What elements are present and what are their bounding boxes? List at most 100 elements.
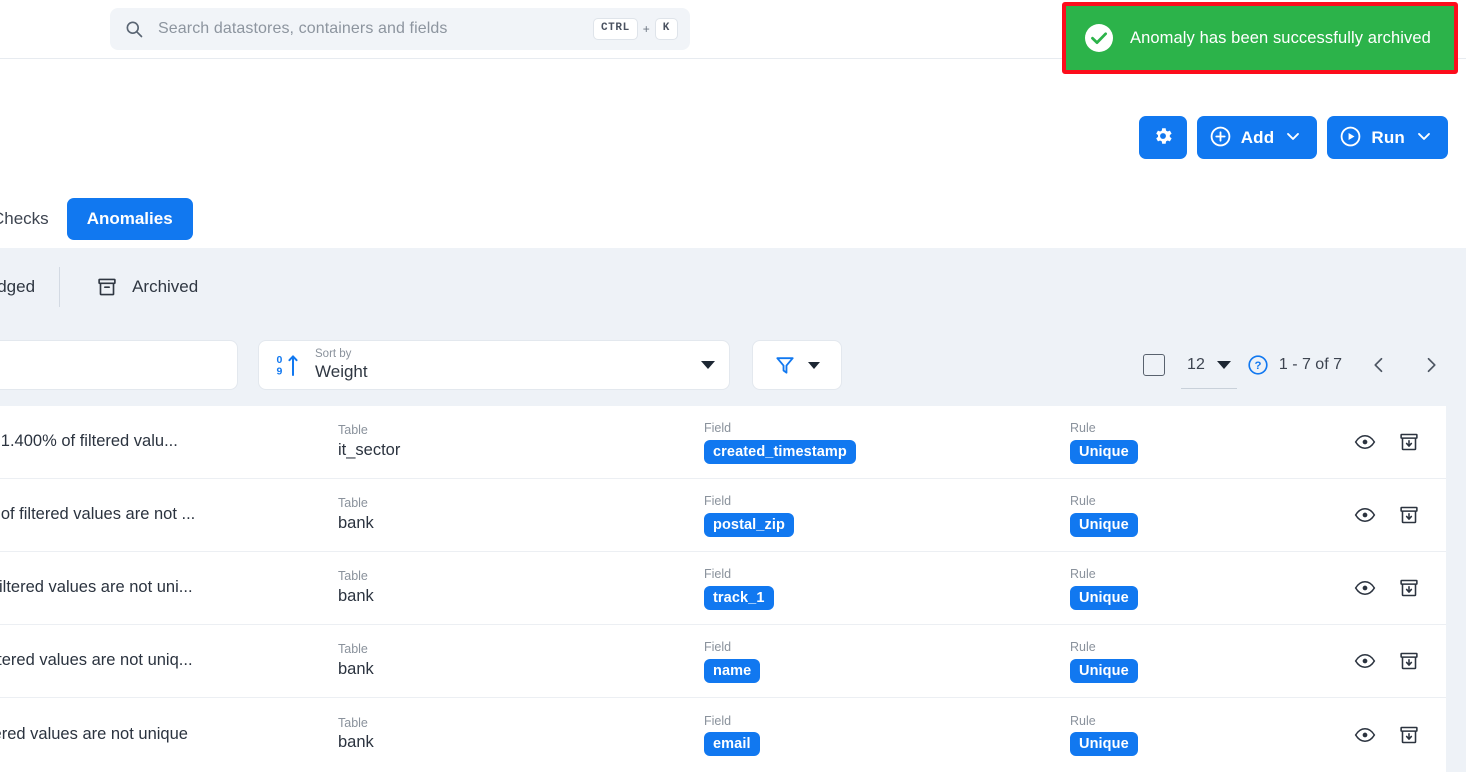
- settings-button[interactable]: [1138, 116, 1187, 159]
- cell-rule: Rule Unique: [1070, 566, 1320, 610]
- page-size-value: 12: [1187, 356, 1205, 373]
- field-column-label: Field: [704, 640, 732, 655]
- sort-by-label: Sort by: [315, 347, 352, 360]
- toast-highlight-box: Anomaly has been successfully archived: [1062, 2, 1458, 74]
- field-column-label: Field: [704, 421, 732, 436]
- archive-download-icon[interactable]: [1398, 650, 1420, 672]
- run-button[interactable]: Run: [1327, 116, 1448, 159]
- row-actions: [1354, 504, 1420, 526]
- cell-rule: Rule Unique: [1070, 713, 1320, 757]
- cell-table: Table bank: [338, 715, 658, 755]
- table-name-value: bank: [338, 586, 374, 605]
- chevron-down-icon[interactable]: [701, 361, 715, 369]
- search-filter-input[interactable]: [0, 340, 238, 390]
- archive-download-icon[interactable]: [1398, 431, 1420, 453]
- field-badge[interactable]: postal_zip: [704, 512, 794, 537]
- eye-icon[interactable]: [1354, 431, 1376, 453]
- table-name-value: bank: [338, 513, 374, 532]
- page-size-underline: [1181, 388, 1237, 389]
- anomaly-description: _1, 1.389% of filtered values are not un…: [0, 578, 193, 597]
- subtab-archived[interactable]: Archived: [96, 248, 198, 326]
- question-circle-icon[interactable]: ?: [1247, 354, 1269, 376]
- run-button-label: Run: [1371, 127, 1405, 147]
- rule-column-label: Rule: [1070, 567, 1096, 582]
- tab-anomalies[interactable]: Anomalies: [66, 198, 193, 240]
- field-badge[interactable]: created_timestamp: [704, 439, 856, 464]
- chevron-down-icon[interactable]: [1283, 126, 1303, 149]
- table-column-label: Table: [338, 423, 368, 438]
- pagination-range-text: 1 - 7 of 7: [1278, 356, 1342, 373]
- rule-badge[interactable]: Unique: [1070, 658, 1138, 683]
- search-placeholder-text: Search datastores, containers and fields: [158, 20, 448, 37]
- add-button[interactable]: Add: [1196, 116, 1318, 159]
- filter-button[interactable]: [752, 340, 842, 390]
- page-actions: Add Run: [1138, 116, 1448, 159]
- cell-table: Table bank: [338, 495, 658, 535]
- subtab-acknowledged-label: ledged: [0, 277, 36, 296]
- table-row[interactable]: ed_timestamp, 1.400% of filtered valu...…: [0, 406, 1446, 479]
- archive-download-icon[interactable]: [1398, 504, 1420, 526]
- cell-field: Field track_1: [704, 566, 1044, 610]
- svg-text:0: 0: [277, 354, 283, 366]
- table-column-label: Table: [338, 496, 368, 511]
- archive-download-icon[interactable]: [1398, 577, 1420, 599]
- anomaly-description: ed_timestamp, 1.400% of filtered valu...: [0, 432, 178, 451]
- subtab-archived-label: Archived: [132, 277, 199, 296]
- add-button-label: Add: [1240, 127, 1275, 147]
- sort-by-select[interactable]: 0 9 Sort by Weight: [258, 340, 730, 390]
- chevron-down-icon[interactable]: [1414, 126, 1434, 149]
- tab-checks[interactable]: Checks: [0, 209, 67, 229]
- cell-description: , 1.389% of filtered values are not uniq…: [0, 723, 328, 746]
- chevron-down-icon[interactable]: [808, 361, 820, 369]
- search-shortcut: CTRL + K: [592, 18, 678, 40]
- row-actions: [1354, 431, 1420, 453]
- table-row[interactable]: e, 1.389% of filtered values are not uni…: [0, 625, 1446, 698]
- rule-badge[interactable]: Unique: [1070, 732, 1138, 757]
- toast-message: Anomaly has been successfully archived: [1130, 28, 1431, 47]
- eye-icon[interactable]: [1354, 724, 1376, 746]
- subtab-acknowledged[interactable]: ledged: [0, 248, 59, 326]
- cell-field: Field created_timestamp: [704, 420, 1044, 464]
- rule-column-label: Rule: [1070, 421, 1096, 436]
- cell-table: Table it_sector: [338, 422, 658, 462]
- sort-by-value: Weight: [315, 362, 368, 382]
- field-column-label: Field: [704, 494, 732, 509]
- table-row[interactable]: , 1.389% of filtered values are not uniq…: [0, 698, 1446, 771]
- field-badge[interactable]: email: [704, 732, 760, 757]
- field-badge[interactable]: name: [704, 658, 761, 683]
- select-all-checkbox[interactable]: [1143, 354, 1166, 376]
- table-row[interactable]: al_zip, 1.786% of filtered values are no…: [0, 479, 1446, 552]
- row-actions: [1354, 650, 1420, 672]
- cell-field: Field postal_zip: [704, 493, 1044, 537]
- anomaly-description: e, 1.389% of filtered values are not uni…: [0, 651, 193, 670]
- rule-badge[interactable]: Unique: [1070, 585, 1138, 610]
- table-row[interactable]: _1, 1.389% of filtered values are not un…: [0, 552, 1446, 625]
- table-column-label: Table: [338, 715, 368, 730]
- previous-page-button[interactable]: [1364, 350, 1394, 380]
- cell-rule: Rule Unique: [1070, 420, 1320, 464]
- filters-band: ledged Archived 0: [0, 248, 1466, 406]
- global-search-input[interactable]: Search datastores, containers and fields…: [110, 8, 690, 50]
- funnel-icon: [774, 354, 796, 376]
- eye-icon[interactable]: [1354, 650, 1376, 672]
- svg-text:9: 9: [277, 366, 283, 378]
- chevron-down-icon: [1216, 361, 1231, 369]
- page-size-select[interactable]: 12: [1181, 356, 1237, 389]
- table-column-label: Table: [338, 642, 368, 657]
- eye-icon[interactable]: [1354, 577, 1376, 599]
- cell-description: _1, 1.389% of filtered values are not un…: [0, 576, 328, 599]
- table-column-label: Table: [338, 569, 368, 584]
- rule-badge[interactable]: Unique: [1070, 512, 1138, 537]
- eye-icon[interactable]: [1354, 504, 1376, 526]
- list-toolbar: 0 9 Sort by Weight 12 ? 1 - 7 of 7: [0, 326, 1466, 406]
- right-gutter: [1446, 406, 1466, 772]
- rule-badge[interactable]: Unique: [1070, 439, 1138, 464]
- next-page-button[interactable]: [1416, 350, 1446, 380]
- cell-description: ed_timestamp, 1.400% of filtered valu...: [0, 430, 328, 453]
- field-badge[interactable]: track_1: [704, 585, 774, 610]
- success-toast[interactable]: Anomaly has been successfully archived: [1066, 6, 1454, 70]
- gear-icon: [1152, 125, 1174, 150]
- rule-column-label: Rule: [1070, 640, 1096, 655]
- archive-download-icon[interactable]: [1398, 724, 1420, 746]
- sort-numeric-ascending-icon: 0 9: [275, 352, 301, 378]
